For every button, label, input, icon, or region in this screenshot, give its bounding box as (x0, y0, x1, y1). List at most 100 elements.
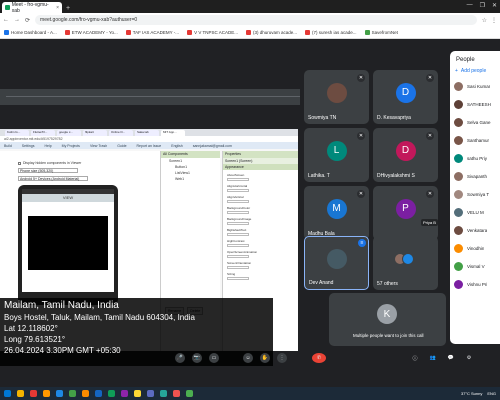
meeting-details-icon[interactable]: ⓘ (410, 353, 420, 363)
property-row: BackgroundImage (223, 217, 298, 225)
people-list-item[interactable]: Sasi Kumar (450, 77, 500, 95)
others-tile[interactable]: 57 others (373, 236, 438, 290)
participant-tile[interactable]: M ✕ Madhu Bala (304, 186, 369, 240)
people-list-item[interactable]: Venkatara (450, 221, 500, 239)
mic-off-icon: ✕ (426, 74, 434, 82)
person-name: sathu Priy (467, 155, 488, 161)
taskbar-app-icon[interactable] (186, 390, 193, 397)
forward-icon[interactable]: → (14, 17, 20, 23)
participant-name: Sowmiya TN (308, 115, 337, 121)
bookmark-item[interactable]: SavefromNet (364, 30, 398, 35)
reload-icon[interactable]: ⟳ (25, 17, 30, 24)
taskbar-app-icon[interactable] (160, 390, 167, 397)
avatar (454, 117, 463, 127)
raise-hand-button[interactable]: ✋ (260, 353, 270, 363)
people-list-item[interactable]: Vismal V (450, 257, 500, 275)
taskbar-app-icon[interactable] (147, 390, 154, 397)
taskbar-app-icon[interactable] (30, 390, 37, 397)
back-icon[interactable]: ← (3, 17, 9, 23)
add-people-button[interactable]: + Add people (450, 65, 500, 77)
people-list-item[interactable]: VELU M (450, 203, 500, 221)
property-value (227, 266, 249, 269)
participant-tile[interactable]: ✕ Sowmiya TN (304, 70, 369, 124)
avatar: D (395, 140, 416, 161)
property-label: AlignVertical (227, 195, 244, 199)
bookmark-item[interactable]: (3) dhuruvam acade... (246, 30, 297, 35)
bookmark-star-icon[interactable]: ☆ (482, 17, 487, 24)
shared-menu: Build Settings Help My Projects View Tra… (0, 142, 298, 149)
phone-screen (22, 202, 114, 292)
shared-tab: flipkart (83, 130, 107, 136)
bookmark-item[interactable]: ETW ACADEMY - Yo... (64, 30, 118, 35)
savefrom-icon (364, 30, 370, 35)
more-options-button[interactable]: ⋮ (277, 353, 287, 363)
participant-tile[interactable]: D ✕ D. Kesavapriya (373, 70, 438, 124)
avatar (454, 153, 463, 163)
people-list-item[interactable]: Selva Gane (450, 113, 500, 131)
shared-tab: Online D... (109, 130, 133, 136)
language-indicator[interactable]: ENG (487, 391, 496, 396)
people-list-item[interactable]: SATHEESH (450, 95, 500, 113)
people-list-item[interactable]: sathu Priy (450, 149, 500, 167)
avatar (454, 207, 463, 217)
taskbar-app-icon[interactable] (134, 390, 141, 397)
property-label: AboutScreen (227, 173, 245, 177)
close-window-icon[interactable]: ✕ (492, 2, 497, 9)
people-list-item[interactable]: Sivapanth (450, 167, 500, 185)
chat-icon[interactable]: 💬 (446, 353, 456, 363)
property-value (227, 233, 249, 236)
excel-icon[interactable] (108, 390, 115, 397)
end-call-button[interactable]: ✆ (312, 353, 326, 363)
browser-tab-meet[interactable]: Meet - fro-vgmu-xab × (2, 2, 62, 14)
url-field[interactable]: meet.google.com/fro-vgmu-xab?authuser=0 (35, 15, 477, 25)
name-chip: Priya B (421, 219, 438, 226)
avatar (326, 82, 347, 103)
maximize-icon[interactable]: ❐ (480, 2, 485, 9)
people-icon[interactable]: 👥 (428, 353, 438, 363)
taskbar-app-icon[interactable] (121, 390, 128, 397)
join-request-tile[interactable]: K Multiple people want to join this call (329, 293, 446, 346)
start-icon[interactable] (4, 390, 11, 397)
people-list-item[interactable]: Santhamur (450, 131, 500, 149)
bookmark-label: ETW ACADEMY - Yo... (71, 30, 118, 35)
new-tab-button[interactable]: + (66, 5, 70, 12)
people-list-item[interactable]: Vishnu Pri (450, 275, 500, 293)
bookmark-item[interactable]: TAF IAS ACADEMY -... (125, 30, 179, 35)
camera-button[interactable]: 📷 (192, 353, 202, 363)
reactions-button[interactable]: ☺ (243, 353, 253, 363)
shared-menu-item: Guide (117, 143, 127, 148)
property-value (227, 255, 249, 258)
add-people-label: Add people (460, 68, 487, 74)
people-list-item[interactable]: Vinodhin (450, 239, 500, 257)
file-explorer-icon[interactable] (17, 390, 24, 397)
taskbar-app-icon[interactable] (43, 390, 50, 397)
people-list-item[interactable]: Sowmiya T (450, 185, 500, 203)
chrome-icon[interactable] (69, 390, 76, 397)
browser-menu-icon[interactable]: ⋮ (491, 17, 497, 24)
activities-icon[interactable]: ⚙ (464, 353, 474, 363)
participant-tile[interactable]: P ✕ Priya B (373, 186, 438, 240)
shared-tab-active: MIT App... (161, 130, 185, 136)
others-count: 57 others (377, 281, 398, 287)
word-icon[interactable] (95, 390, 102, 397)
property-row: HighContrast (223, 239, 298, 247)
participant-tile-active[interactable]: ≡ Dev Anand (304, 236, 369, 290)
mic-button[interactable]: 🎤 (175, 353, 185, 363)
avatar: K (377, 304, 397, 324)
property-value (227, 244, 249, 247)
present-button[interactable]: ▭ (209, 353, 219, 363)
close-tab-icon[interactable]: × (56, 5, 59, 11)
edge-icon[interactable] (56, 390, 63, 397)
bookmark-item[interactable]: V V TNPSC ACADE... (187, 30, 238, 35)
participant-tile[interactable]: L ✕ Lathika. T (304, 128, 369, 182)
firefox-icon[interactable] (82, 390, 89, 397)
preview-select: Android 5+ Devices (Android Material) (18, 176, 88, 181)
component-item: Web1 (175, 177, 185, 181)
minimize-icon[interactable]: — (467, 2, 473, 9)
bookmark-label: V V TNPSC ACADE... (194, 30, 238, 35)
taskbar-app-icon[interactable] (173, 390, 180, 397)
bookmark-item[interactable]: Home Dashboard - A... (4, 30, 57, 35)
participant-tile[interactable]: D ✕ DHivyalakshmi S (373, 128, 438, 182)
window-controls: — ❐ ✕ (467, 2, 497, 9)
bookmark-item[interactable]: (7) suresh ias acade... (305, 30, 357, 35)
